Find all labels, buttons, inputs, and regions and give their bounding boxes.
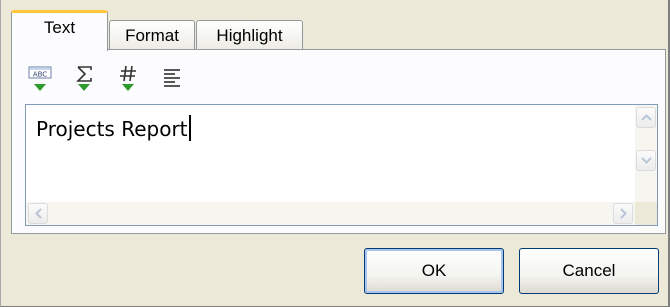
sum-button[interactable] (70, 64, 100, 96)
vertical-scrollbar[interactable] (635, 105, 657, 202)
align-left-button[interactable] (158, 64, 188, 96)
toolbar: ABC (26, 64, 188, 100)
tab-format[interactable]: Format (109, 20, 195, 50)
chevron-left-icon (34, 208, 42, 219)
editor-value: Projects Report (36, 117, 188, 141)
tab-label: Highlight (216, 25, 283, 45)
chevron-down-icon (640, 157, 652, 164)
tab-label: Format (125, 25, 179, 45)
svg-text:ABC: ABC (33, 71, 47, 79)
chevron-up-icon (640, 114, 652, 121)
editor-content: Projects Report (36, 115, 191, 141)
ok-button-label: OK (421, 261, 447, 280)
spell-check-button[interactable]: ABC (26, 64, 56, 96)
align-left-icon (164, 69, 180, 87)
cancel-button[interactable]: Cancel (519, 248, 659, 294)
number-icon (120, 65, 136, 91)
tab-strip: Text Format Highlight (11, 10, 668, 51)
spell-check-icon: ABC (28, 66, 52, 91)
tab-highlight[interactable]: Highlight (196, 20, 303, 50)
dialog: Text Format Highlight ABC Projects Repor… (0, 0, 670, 307)
chevron-right-icon (619, 208, 627, 219)
ok-button[interactable]: OK (364, 248, 504, 294)
scroll-left-button[interactable] (28, 203, 48, 224)
scrollbar-corner (635, 202, 657, 225)
text-editor[interactable]: Projects Report (25, 104, 658, 226)
tab-text[interactable]: Text (11, 10, 108, 51)
cancel-button-label: Cancel (562, 261, 616, 280)
scroll-up-button[interactable] (636, 107, 656, 128)
horizontal-scrollbar[interactable] (26, 202, 635, 225)
sum-icon (76, 66, 92, 91)
scroll-right-button[interactable] (613, 203, 633, 224)
scroll-down-button[interactable] (636, 150, 656, 171)
tab-panel: ABC Projects Report (11, 49, 666, 234)
text-caret (188, 115, 191, 141)
tab-label: Text (43, 18, 76, 37)
number-button[interactable] (114, 64, 144, 96)
